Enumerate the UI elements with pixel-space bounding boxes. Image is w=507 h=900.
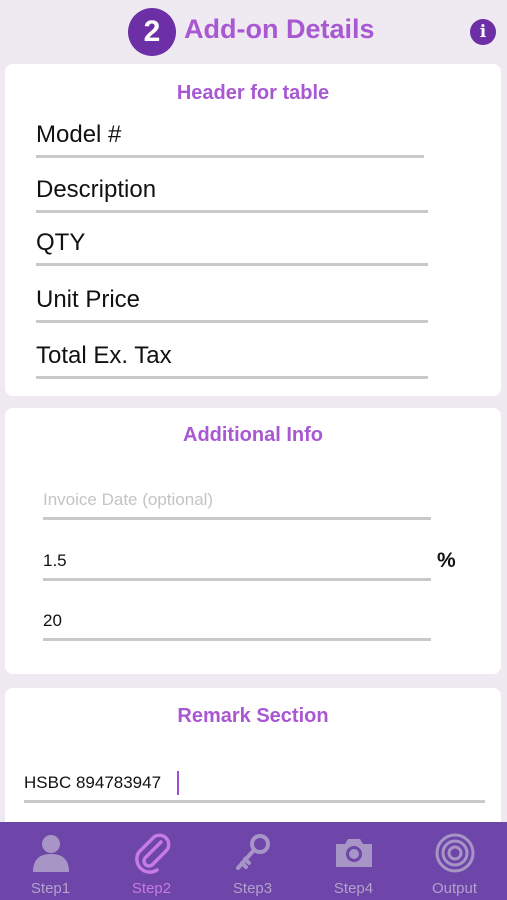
amount-input[interactable] xyxy=(43,603,431,641)
key-icon xyxy=(236,834,270,870)
paperclip-icon xyxy=(135,833,171,874)
tab-step3[interactable]: Step3 xyxy=(202,822,303,900)
header: 2 Add-on Details i xyxy=(0,0,507,62)
description-field[interactable] xyxy=(36,169,428,213)
invoice-date-input[interactable] xyxy=(43,482,431,520)
remark-section-title: Remark Section xyxy=(177,705,329,727)
tab-label: Step3 xyxy=(232,880,273,897)
page-title: Add-on Details xyxy=(184,14,375,44)
person-icon xyxy=(33,835,69,872)
tab-label: Step2 xyxy=(131,880,172,897)
tab-step1[interactable]: Step1 xyxy=(0,822,101,900)
tab-step2[interactable]: Step2 xyxy=(101,822,202,900)
tab-label: Step1 xyxy=(30,880,71,897)
model-number-field[interactable] xyxy=(36,114,424,158)
tab-step4[interactable]: Step4 xyxy=(303,822,404,900)
tab-label: Output xyxy=(431,880,478,897)
total-ex-tax-field[interactable] xyxy=(36,335,428,379)
step-number-badge: 2 xyxy=(128,8,176,56)
tab-output[interactable]: Output xyxy=(404,822,505,900)
unit-price-field[interactable] xyxy=(36,279,428,323)
tab-label: Step4 xyxy=(333,880,374,897)
additional-info-card: Additional Info % xyxy=(5,408,501,674)
text-caret xyxy=(177,771,179,795)
percent-input[interactable] xyxy=(43,543,431,581)
remark-input[interactable] xyxy=(24,765,485,803)
table-header-title: Header for table xyxy=(176,82,330,104)
percent-unit-label: % xyxy=(437,549,456,572)
camera-icon xyxy=(336,839,372,867)
table-header-card: Header for table xyxy=(5,64,501,396)
qty-field[interactable] xyxy=(36,222,428,266)
additional-info-title: Additional Info xyxy=(183,424,323,446)
target-icon xyxy=(435,833,475,873)
tab-bar: Step1 Step2 Step3 Step4 Output xyxy=(0,822,507,900)
remark-card: Remark Section xyxy=(5,688,501,828)
info-icon[interactable]: i xyxy=(470,19,496,45)
